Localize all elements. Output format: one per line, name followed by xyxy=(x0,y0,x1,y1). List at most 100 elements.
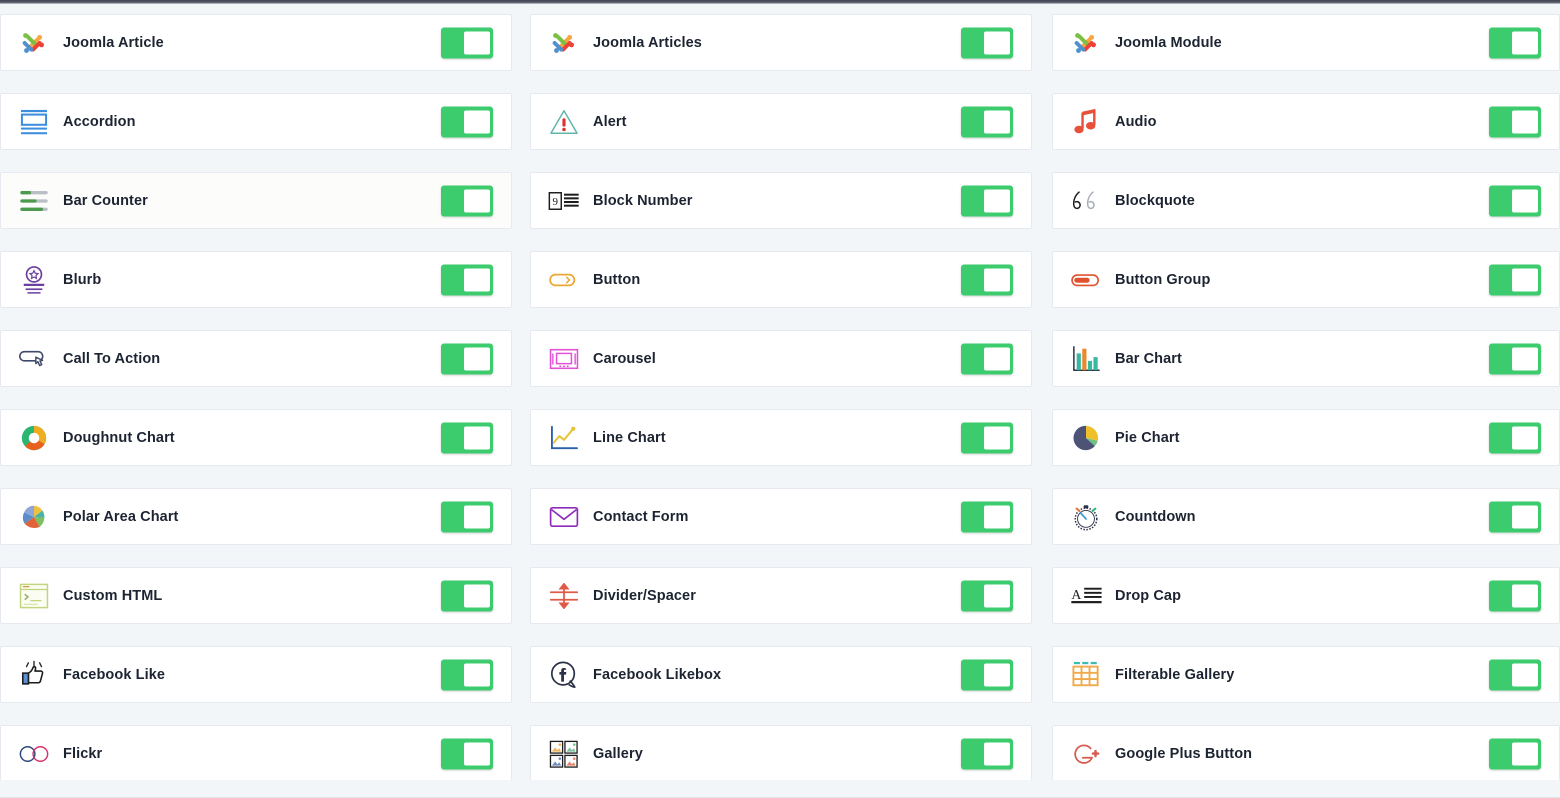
addon-card[interactable]: Bar Chart xyxy=(1052,330,1560,387)
facebook-like-icon xyxy=(17,658,51,692)
addon-label: Joomla Module xyxy=(1115,34,1222,51)
addon-toggle[interactable] xyxy=(441,659,493,690)
addon-label: Contact Form xyxy=(593,508,689,525)
toggle-knob xyxy=(464,31,490,54)
grid-cell: Button xyxy=(530,241,1032,320)
toggle-knob xyxy=(1512,426,1538,449)
addon-card[interactable]: Bar Counter xyxy=(0,172,512,229)
toggle-knob xyxy=(984,268,1010,291)
addon-toggle[interactable] xyxy=(961,106,1013,137)
addon-card[interactable]: Facebook Like xyxy=(0,646,512,703)
column-gap xyxy=(512,636,530,715)
addon-label: Button xyxy=(593,271,641,288)
addon-card[interactable]: Gallery xyxy=(530,725,1032,782)
addon-toggle[interactable] xyxy=(1489,106,1541,137)
addon-toggle[interactable] xyxy=(441,501,493,532)
addon-toggle[interactable] xyxy=(441,264,493,295)
addon-card[interactable]: Accordion xyxy=(0,93,512,150)
grid-cell: Bar Counter xyxy=(0,162,512,241)
addon-toggle[interactable] xyxy=(1489,738,1541,769)
pie-chart-icon xyxy=(1069,421,1103,455)
button-icon xyxy=(547,263,581,297)
addon-card[interactable]: Divider/Spacer xyxy=(530,567,1032,624)
addon-label: Accordion xyxy=(63,113,136,130)
addon-card[interactable]: Button Group xyxy=(1052,251,1560,308)
addon-card[interactable]: Audio xyxy=(1052,93,1560,150)
addon-card[interactable]: Polar Area Chart xyxy=(0,488,512,545)
addon-toggle[interactable] xyxy=(961,343,1013,374)
toggle-knob xyxy=(984,110,1010,133)
column-gap xyxy=(1032,557,1052,636)
addon-card[interactable]: Joomla Module xyxy=(1052,14,1560,71)
addon-card[interactable]: Countdown xyxy=(1052,488,1560,545)
addon-toggle[interactable] xyxy=(1489,264,1541,295)
addon-card[interactable]: Pie Chart xyxy=(1052,409,1560,466)
addon-card[interactable]: Filterable Gallery xyxy=(1052,646,1560,703)
addon-toggle[interactable] xyxy=(961,501,1013,532)
addon-card[interactable]: Line Chart xyxy=(530,409,1032,466)
addon-card[interactable]: Google Plus Button xyxy=(1052,725,1560,782)
grid-cell: Custom HTML xyxy=(0,557,512,636)
addon-card[interactable]: Alert xyxy=(530,93,1032,150)
addon-toggle[interactable] xyxy=(1489,659,1541,690)
addon-card[interactable]: Doughnut Chart xyxy=(0,409,512,466)
addon-label: Bar Chart xyxy=(1115,350,1182,367)
addon-toggle[interactable] xyxy=(961,738,1013,769)
line-chart-icon xyxy=(547,421,581,455)
addon-label: Polar Area Chart xyxy=(63,508,179,525)
addon-toggle[interactable] xyxy=(1489,185,1541,216)
addon-toggle[interactable] xyxy=(1489,501,1541,532)
addon-card[interactable]: Custom HTML xyxy=(0,567,512,624)
grid-cell: Joomla Article xyxy=(0,4,512,83)
toggle-knob xyxy=(984,31,1010,54)
addon-card[interactable]: 9 Block Number xyxy=(530,172,1032,229)
grid-cell: Call To Action xyxy=(0,320,512,399)
toggle-knob xyxy=(1512,663,1538,686)
addon-toggle[interactable] xyxy=(441,343,493,374)
grid-cell: Blurb xyxy=(0,241,512,320)
addon-toggle[interactable] xyxy=(441,422,493,453)
toggle-knob xyxy=(464,268,490,291)
column-gap xyxy=(1032,636,1052,715)
addon-card[interactable]: Facebook Likebox xyxy=(530,646,1032,703)
addon-toggle[interactable] xyxy=(961,185,1013,216)
addon-card[interactable]: Blockquote xyxy=(1052,172,1560,229)
grid-cell: Contact Form xyxy=(530,478,1032,557)
addon-card[interactable]: Flickr xyxy=(0,725,512,782)
addon-toggle[interactable] xyxy=(961,422,1013,453)
addon-card[interactable]: Button xyxy=(530,251,1032,308)
addon-toggle[interactable] xyxy=(961,580,1013,611)
addon-card[interactable]: Blurb xyxy=(0,251,512,308)
addon-card[interactable]: A Drop Cap xyxy=(1052,567,1560,624)
joomla-icon xyxy=(17,26,51,60)
column-gap xyxy=(1032,320,1052,399)
addon-card[interactable]: Carousel xyxy=(530,330,1032,387)
grid-cell: 9 Block Number xyxy=(530,162,1032,241)
addon-toggle[interactable] xyxy=(961,264,1013,295)
addon-label: Custom HTML xyxy=(63,587,163,604)
addon-label: Divider/Spacer xyxy=(593,587,696,604)
addon-toggle[interactable] xyxy=(1489,343,1541,374)
addon-card[interactable]: Contact Form xyxy=(530,488,1032,545)
addon-toggle[interactable] xyxy=(1489,422,1541,453)
toggle-knob xyxy=(1512,584,1538,607)
bar-counter-icon xyxy=(17,184,51,218)
addon-toggle[interactable] xyxy=(441,27,493,58)
blockquote-icon xyxy=(1069,184,1103,218)
carousel-icon xyxy=(547,342,581,376)
joomla-icon xyxy=(547,26,581,60)
addon-toggle[interactable] xyxy=(1489,27,1541,58)
addon-toggle[interactable] xyxy=(441,185,493,216)
addon-card[interactable]: Joomla Articles xyxy=(530,14,1032,71)
toggle-knob xyxy=(464,742,490,765)
svg-text:9: 9 xyxy=(553,196,559,208)
addon-toggle[interactable] xyxy=(441,106,493,137)
addon-toggle[interactable] xyxy=(1489,580,1541,611)
addon-card[interactable]: Joomla Article xyxy=(0,14,512,71)
addon-card[interactable]: Call To Action xyxy=(0,330,512,387)
addon-toggle[interactable] xyxy=(441,738,493,769)
toggle-knob xyxy=(464,347,490,370)
addon-toggle[interactable] xyxy=(441,580,493,611)
addon-toggle[interactable] xyxy=(961,659,1013,690)
addon-toggle[interactable] xyxy=(961,27,1013,58)
